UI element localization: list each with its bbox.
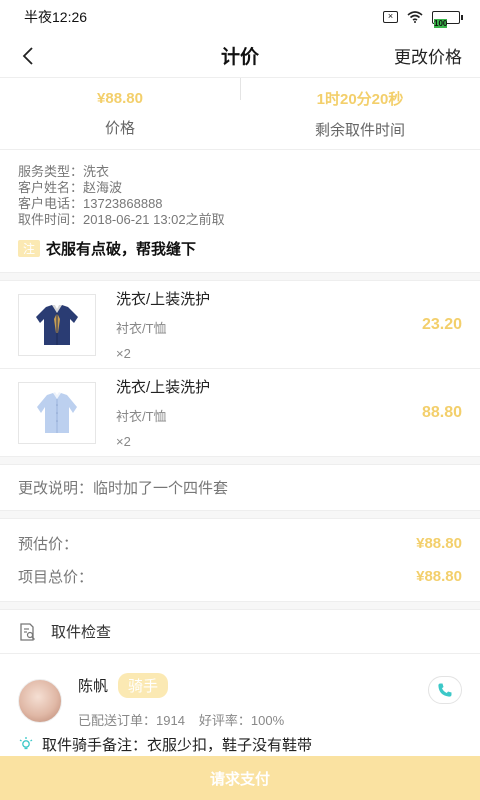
list-item[interactable]: 洗衣/上装洗护 衬衣/T恤 ×2 23.20 bbox=[0, 281, 480, 369]
rider-remark: 取件骑手备注：衣服少扣，鞋子没有鞋带 bbox=[0, 734, 480, 754]
total-price-label: 项目总价： bbox=[18, 569, 94, 586]
call-rider-button[interactable] bbox=[428, 676, 462, 704]
request-payment-button[interactable]: 请求支付 bbox=[0, 756, 480, 800]
battery-level: 100 bbox=[434, 18, 448, 28]
customer-name: 客户姓名：赵海波 bbox=[18, 180, 123, 195]
status-bar: 半夜12:26 × 100 bbox=[0, 0, 480, 34]
item-list: 洗衣/上装洗护 衬衣/T恤 ×2 23.20 洗衣/上装洗护 衬衣/T恤 ×2 … bbox=[0, 281, 480, 457]
rider-name: 陈帆 bbox=[78, 678, 109, 695]
summary-panel: ¥88.80 价格 1时20分20秒 剩余取件时间 bbox=[0, 78, 480, 150]
bulb-icon bbox=[19, 737, 33, 750]
phone-icon bbox=[438, 683, 452, 697]
section-divider bbox=[0, 273, 480, 281]
pickup-time: 取件时间：2018-06-21 13:02之前取 bbox=[18, 212, 225, 227]
item-type: 衬衣/T恤 bbox=[116, 321, 167, 336]
item-price: 88.80 bbox=[421, 403, 462, 421]
change-price-button[interactable]: 更改价格 bbox=[394, 43, 462, 68]
item-quantity: ×2 bbox=[116, 434, 131, 449]
rider-info: 陈帆 骑手 已配送订单：1914 好评率：100% bbox=[78, 673, 284, 729]
price-value: ¥88.80 bbox=[97, 89, 143, 107]
customer-note: 注 衣服有点破，帮我缝下 bbox=[18, 238, 462, 259]
estimated-price-row: 预估价： ¥88.80 bbox=[18, 527, 462, 560]
chevron-left-icon bbox=[22, 47, 33, 65]
estimated-price-label: 预估价： bbox=[18, 536, 79, 553]
rider-rating: 好评率：100% bbox=[198, 713, 285, 728]
service-type: 服务类型：洗衣 bbox=[18, 164, 110, 179]
back-button[interactable] bbox=[14, 42, 42, 70]
change-note: 更改说明：临时加了一个四件套 bbox=[0, 465, 480, 511]
rider-badge: 骑手 bbox=[118, 673, 169, 698]
navy-shirt-image bbox=[18, 293, 96, 356]
item-name: 洗衣/上装洗护 bbox=[116, 291, 211, 308]
status-time: 半夜12:26 bbox=[24, 9, 88, 25]
note-tag: 注 bbox=[18, 240, 40, 257]
price-breakdown: 预估价： ¥88.80 项目总价： ¥88.80 bbox=[0, 519, 480, 602]
rider-stats: 已配送订单：1914 好评率：100% bbox=[78, 710, 284, 729]
remark-text: 取件骑手备注：衣服少扣，鞋子没有鞋带 bbox=[42, 736, 313, 754]
order-info: 服务类型：洗衣 客户姓名：赵海波 客户电话：13723868888 取件时间：2… bbox=[0, 150, 480, 273]
inspection-label: 取件检查 bbox=[51, 624, 112, 641]
estimated-price-value: ¥88.80 bbox=[416, 535, 462, 552]
total-price-row: 项目总价： ¥88.80 bbox=[18, 560, 462, 593]
customer-phone: 客户电话：13723868888 bbox=[18, 196, 163, 211]
pickup-countdown: 1时20分20秒 剩余取件时间 bbox=[240, 78, 480, 149]
avatar bbox=[18, 679, 62, 723]
section-divider bbox=[0, 511, 480, 519]
page-title: 计价 bbox=[220, 47, 259, 68]
rider-card: 陈帆 骑手 已配送订单：1914 好评率：100% bbox=[0, 654, 480, 734]
price-summary: ¥88.80 价格 bbox=[0, 78, 240, 149]
total-price-value: ¥88.80 bbox=[416, 568, 462, 585]
status-icons: × 100 bbox=[383, 10, 463, 28]
rider-orders: 已配送订单：1914 bbox=[78, 713, 185, 728]
document-search-icon bbox=[20, 622, 35, 641]
wifi-icon bbox=[406, 10, 424, 24]
section-divider bbox=[0, 457, 480, 465]
list-item[interactable]: 洗衣/上装洗护 衬衣/T恤 ×2 88.80 bbox=[0, 369, 480, 457]
sim-off-icon: × bbox=[383, 11, 398, 23]
item-quantity: ×2 bbox=[116, 346, 131, 361]
countdown-value: 1时20分20秒 bbox=[316, 90, 404, 108]
item-type: 衬衣/T恤 bbox=[116, 409, 167, 424]
note-text: 衣服有点破，帮我缝下 bbox=[46, 241, 197, 258]
price-label: 价格 bbox=[104, 119, 135, 137]
section-divider bbox=[0, 602, 480, 610]
rider-header: 陈帆 骑手 bbox=[78, 673, 284, 698]
pickup-inspection-row[interactable]: 取件检查 bbox=[0, 610, 480, 654]
nav-bar: 计价 更改价格 bbox=[0, 34, 480, 78]
item-price: 23.20 bbox=[421, 315, 462, 333]
countdown-label: 剩余取件时间 bbox=[314, 121, 405, 139]
battery-icon: 100 bbox=[432, 10, 463, 28]
item-name: 洗衣/上装洗护 bbox=[116, 379, 211, 396]
light-blue-shirt-image bbox=[18, 381, 96, 444]
item-body: 洗衣/上装洗护 衬衣/T恤 ×2 bbox=[96, 376, 422, 449]
item-body: 洗衣/上装洗护 衬衣/T恤 ×2 bbox=[96, 288, 422, 361]
